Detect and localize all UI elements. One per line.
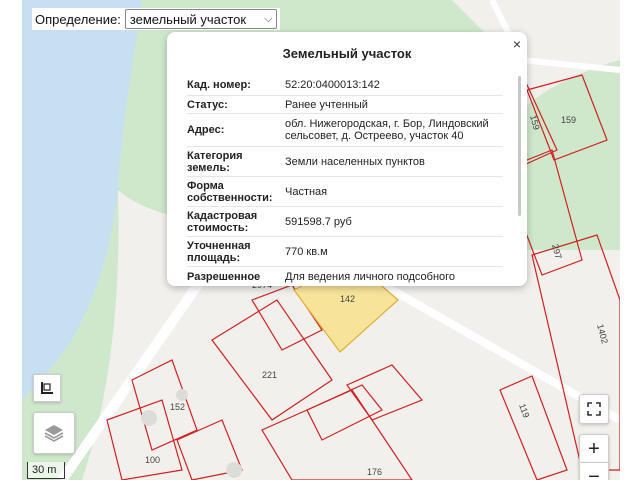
row-permitted-use: Разрешенное Для ведения личного подсобно… <box>187 267 503 286</box>
chevron-down-icon: ⌵ <box>264 12 273 25</box>
row-value: Частная <box>285 185 328 198</box>
definition-control: Определение: земельный участок ⌵ <box>32 8 281 30</box>
fullscreen-button[interactable] <box>579 394 609 424</box>
legend-icon <box>41 382 53 394</box>
row-value: обл. Нижегородская, г. Бор, Линдовский с… <box>285 118 489 142</box>
row-value: Ранее учтенный <box>285 98 368 111</box>
row-cadastral-value: Кадастровая стоимость: 591598.7 руб <box>187 207 503 237</box>
row-ownership: Форма собственности: Частная <box>187 177 503 207</box>
row-label: Уточненная площадь: <box>187 239 251 264</box>
layers-button[interactable] <box>33 412 75 454</box>
row-area: Уточненная площадь: 770 кв.м <box>187 237 503 267</box>
row-land-category: Категория земель: Земли населенных пункт… <box>187 147 503 177</box>
row-value: 770 кв.м <box>285 245 328 258</box>
scale-bar: 30 m <box>27 462 66 479</box>
row-label: Адрес: <box>187 124 225 136</box>
row-value: 591598.7 руб <box>285 215 352 228</box>
row-label: Категория земель: <box>187 149 243 174</box>
row-value: 52:20:0400013:142 <box>285 78 380 91</box>
map-frame[interactable]: 159 159 297 1402 142 221 152 100 176 119… <box>22 0 620 480</box>
building <box>226 462 242 478</box>
row-cadastral-number: Кад. номер: 52:20:0400013:142 <box>187 74 503 96</box>
building <box>176 389 188 401</box>
popup-title: Земельный участок <box>282 46 412 61</box>
parcel-label-221: 221 <box>262 370 277 380</box>
definition-label: Определение: <box>35 11 121 27</box>
row-address: Адрес: обл. Нижегородская, г. Бор, Линдо… <box>187 114 503 147</box>
row-label: Статус: <box>187 98 228 111</box>
zoom-in-icon[interactable]: + <box>579 434 609 464</box>
row-status: Статус: Ранее учтенный <box>187 96 503 114</box>
popup-rows: Кад. номер: 52:20:0400013:142 Статус: Ра… <box>187 74 503 286</box>
parcel-label-142: 142 <box>340 294 355 304</box>
parcel-label-176: 176 <box>367 467 382 477</box>
legend-button[interactable] <box>33 374 61 402</box>
parcel-label-159b: 159 <box>561 115 576 125</box>
row-label: Разрешенное <box>187 271 261 283</box>
layers-icon <box>44 425 64 442</box>
building <box>141 410 157 426</box>
definition-select[interactable]: земельный участок ⌵ <box>124 9 278 29</box>
row-label: Форма собственности: <box>187 179 273 204</box>
close-icon[interactable]: × <box>513 36 521 52</box>
parcel-info-popup: Земельный участок × Кад. номер: 52:20:04… <box>167 32 527 286</box>
parcel-label-100: 100 <box>145 455 160 465</box>
fullscreen-icon <box>587 402 601 416</box>
popup-scrollbar[interactable] <box>518 76 521 216</box>
parcel-label-152: 152 <box>170 402 185 412</box>
definition-value: земельный участок <box>129 11 247 27</box>
row-label: Кадастровая стоимость: <box>187 209 258 234</box>
row-label: Кад. номер: <box>187 78 251 91</box>
zoom-out-icon[interactable]: − <box>579 462 609 480</box>
row-value: Для ведения личного подсобного <box>285 271 456 283</box>
row-value: Земли населенных пунктов <box>285 155 425 168</box>
